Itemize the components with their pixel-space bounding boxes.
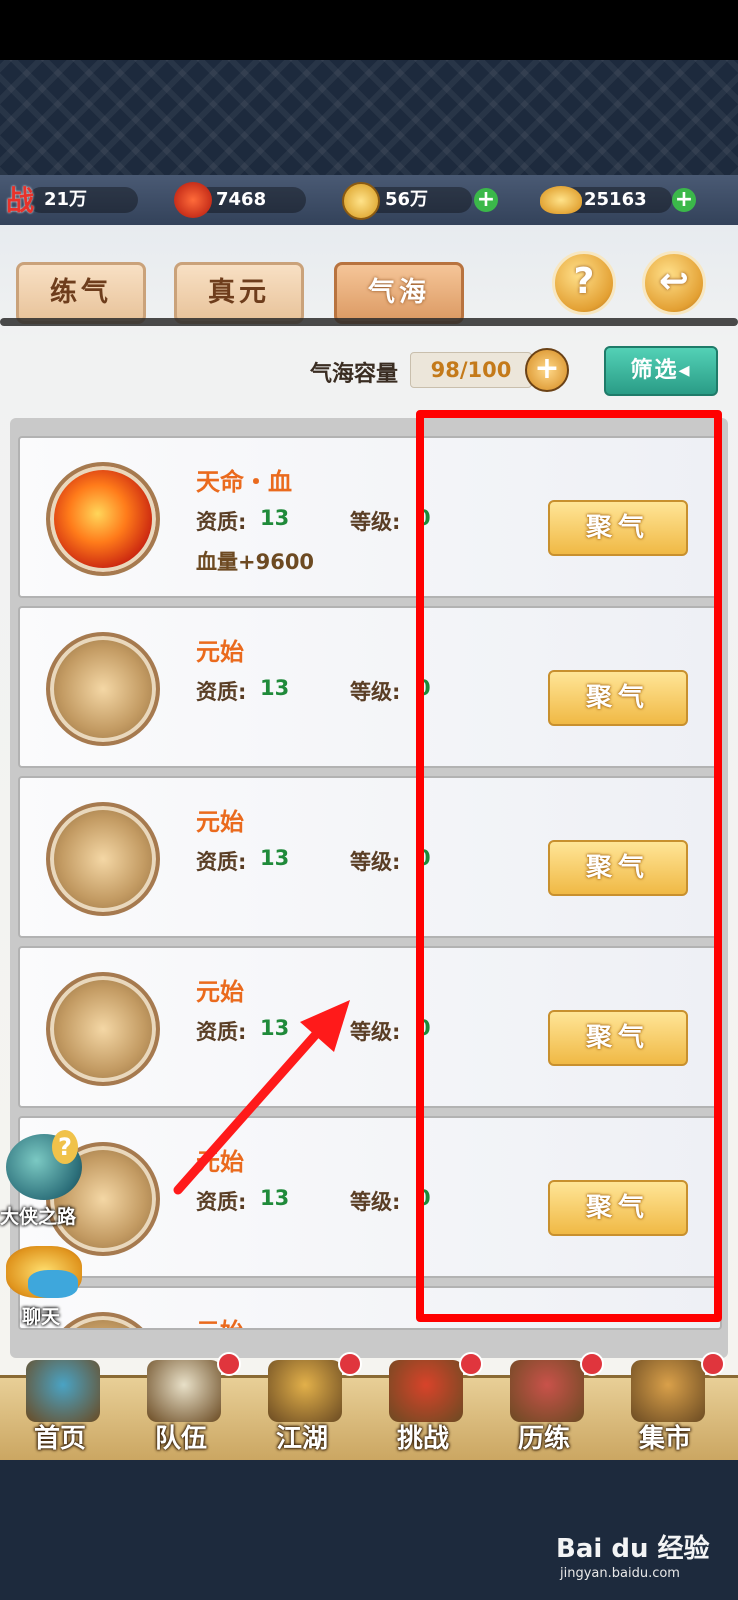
nav-label-5[interactable]: 集市 xyxy=(639,1418,691,1455)
notification-dot xyxy=(580,1352,604,1376)
annotation-arrow xyxy=(173,1000,350,1195)
home-icon[interactable] xyxy=(26,1360,100,1422)
nav-label-1[interactable]: 队伍 xyxy=(155,1418,207,1455)
team-icon[interactable] xyxy=(147,1360,221,1422)
nav-label-0[interactable]: 首页 xyxy=(34,1418,86,1455)
notification-dot xyxy=(701,1352,725,1376)
notification-dot xyxy=(338,1352,362,1376)
bottom-nav xyxy=(0,1375,738,1466)
nav-label-3[interactable]: 挑战 xyxy=(397,1418,449,1455)
lion-mask-icon[interactable] xyxy=(389,1360,463,1422)
gourd-icon[interactable] xyxy=(268,1360,342,1422)
market-icon[interactable] xyxy=(631,1360,705,1422)
nav-label-2[interactable]: 江湖 xyxy=(276,1418,328,1455)
notification-dot xyxy=(459,1352,483,1376)
nav-label-4[interactable]: 历练 xyxy=(518,1418,570,1455)
notification-dot xyxy=(217,1352,241,1376)
training-icon[interactable] xyxy=(510,1360,584,1422)
watermark-url: jingyan.baidu.com xyxy=(560,1566,680,1581)
watermark-brand: Bai du 经验 xyxy=(556,1534,710,1564)
